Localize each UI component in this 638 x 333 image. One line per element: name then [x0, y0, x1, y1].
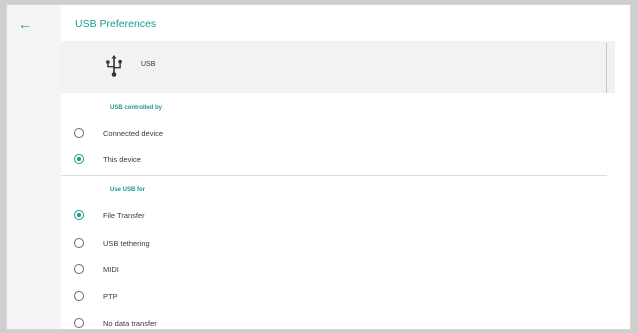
radio-option-this-device[interactable]: This device	[61, 147, 607, 173]
radio-button[interactable]	[74, 264, 84, 274]
usb-label: USB	[141, 61, 156, 68]
left-sidebar-strip: ←	[7, 5, 61, 329]
option-label: File Transfer	[103, 211, 145, 220]
page-title: USB Preferences	[75, 18, 157, 30]
usb-icon	[106, 55, 122, 77]
radio-button[interactable]	[74, 238, 84, 248]
radio-option-no-data-transfer[interactable]: No data transfer	[61, 311, 607, 329]
radio-button[interactable]	[74, 154, 84, 164]
radio-button[interactable]	[74, 318, 84, 328]
option-label: USB tethering	[103, 239, 150, 248]
radio-option-midi[interactable]: MIDI	[61, 257, 607, 283]
preferences-list: USB controlled by Connected device This …	[61, 93, 615, 329]
section-header-usb-controlled-by: USB controlled by	[110, 105, 163, 111]
back-arrow-icon[interactable]: ←	[15, 14, 35, 34]
option-label: MIDI	[103, 265, 119, 274]
option-label: No data transfer	[103, 319, 157, 328]
radio-option-file-transfer[interactable]: File Transfer	[61, 203, 607, 229]
settings-window: ← USB Preferences USB USB controlled by …	[6, 4, 631, 330]
radio-button[interactable]	[74, 210, 84, 220]
section-header-use-usb-for: Use USB for	[110, 187, 146, 193]
usb-item: USB	[61, 41, 615, 93]
radio-button[interactable]	[74, 291, 84, 301]
radio-option-usb-tethering[interactable]: USB tethering	[61, 231, 607, 257]
radio-button[interactable]	[74, 128, 84, 138]
radio-option-connected-device[interactable]: Connected device	[61, 121, 607, 147]
option-label: This device	[103, 155, 141, 164]
option-label: PTP	[103, 292, 118, 301]
section-divider	[61, 175, 607, 176]
option-label: Connected device	[103, 129, 164, 138]
radio-option-ptp[interactable]: PTP	[61, 284, 607, 310]
